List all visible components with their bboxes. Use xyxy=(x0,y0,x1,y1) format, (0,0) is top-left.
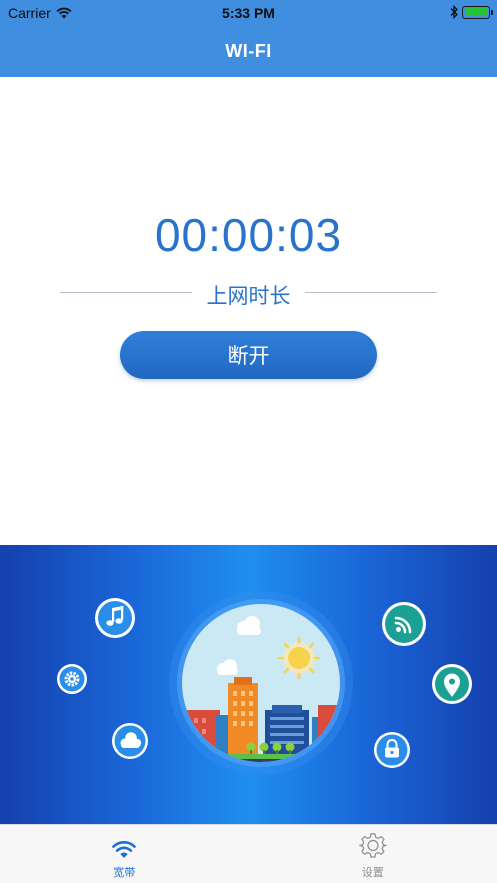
cloud-icon[interactable] xyxy=(112,723,148,759)
nav-bar: WI-FI xyxy=(0,26,497,77)
tab-settings-label: 设置 xyxy=(361,867,384,879)
status-time: 5:33 PM xyxy=(222,5,275,21)
bluetooth-icon xyxy=(450,5,458,19)
duration-label: 上网时长 xyxy=(206,285,291,308)
settings-gear-icon xyxy=(359,833,387,858)
network-illustration xyxy=(0,545,497,824)
wifi-tab-icon xyxy=(112,841,137,858)
location-pin-icon[interactable] xyxy=(432,664,472,704)
tab-broadband-label: 宽带 xyxy=(113,867,136,879)
tab-bar: 宽带 设置 xyxy=(0,824,497,883)
elapsed-time: 00:00:03 xyxy=(154,209,343,261)
gear-icon[interactable] xyxy=(57,664,87,694)
music-icon[interactable] xyxy=(95,598,135,638)
battery-group xyxy=(450,5,493,19)
wifi-icon[interactable] xyxy=(382,602,426,646)
page-title: WI-FI xyxy=(225,41,272,61)
battery-level xyxy=(464,8,488,16)
illustration-canvas xyxy=(57,591,472,775)
status-bar: Carrier 5:33 PM xyxy=(0,0,497,26)
tab-settings[interactable]: 设置 xyxy=(249,825,497,883)
divider-right xyxy=(305,292,437,293)
duration-label-row: 上网时长 xyxy=(60,280,437,308)
lock-icon[interactable] xyxy=(374,732,410,768)
tab-broadband[interactable]: 宽带 xyxy=(0,825,249,883)
battery-icon xyxy=(462,5,493,19)
disconnect-button[interactable]: 断开 xyxy=(120,331,377,379)
